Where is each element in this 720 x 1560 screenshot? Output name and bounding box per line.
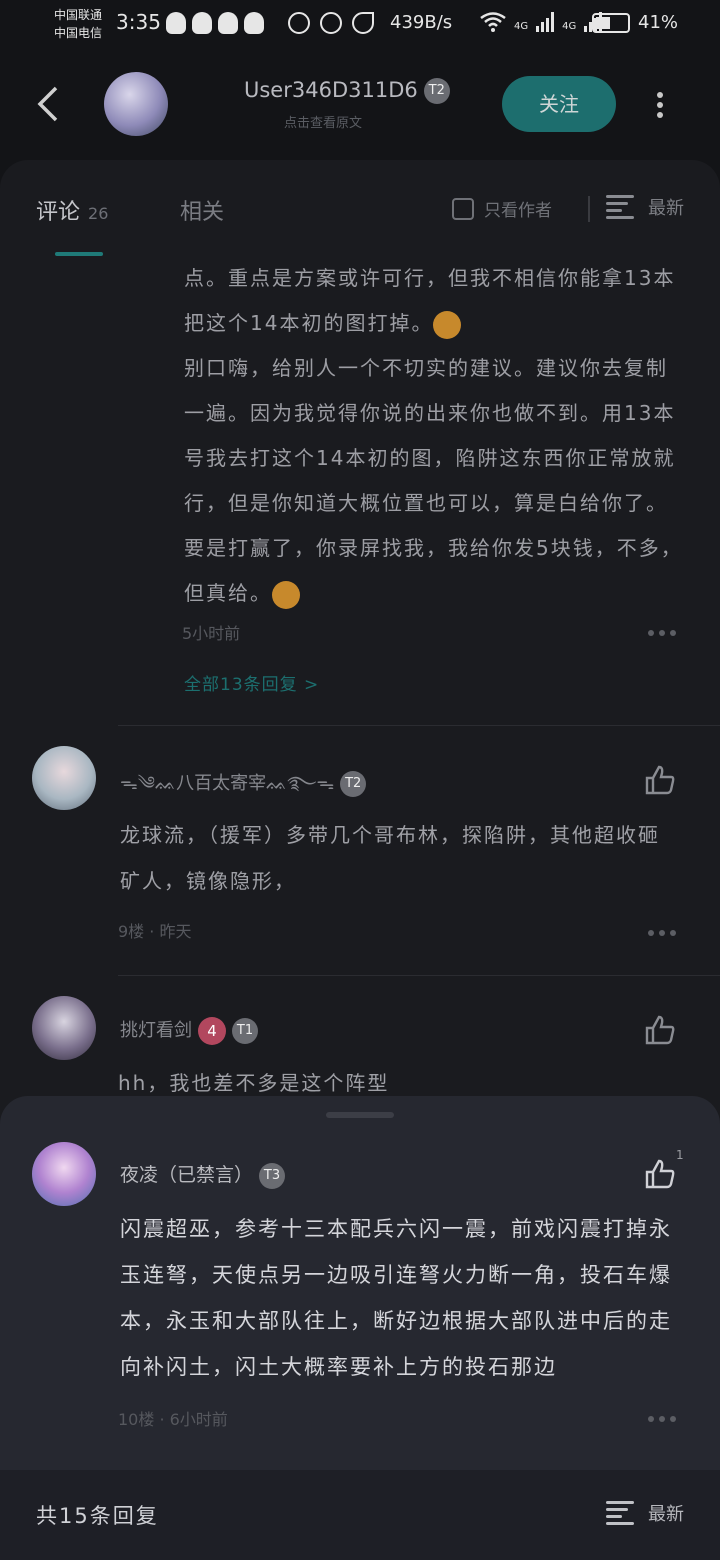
comment-divider [118,975,720,976]
sad-emoji-icon [433,310,462,339]
network-type-1: 4G [514,21,529,32]
sort-label: 最新 [648,198,684,219]
network-type-2: 4G [562,21,577,32]
thumbs-up-icon[interactable] [644,764,676,796]
status-bar: 中国联通 中国电信 3:35 439B/s 4G 4G 41% [0,0,720,50]
commenter-name[interactable]: 挑灯看剑 4 T1 [120,1016,258,1045]
qq-icon [166,12,186,34]
checkbox-icon [452,197,474,220]
comment-tabs: 评论 26 相关 只看作者 最新 [0,160,720,260]
wifi-icon [480,12,506,32]
divider [588,196,590,222]
sheet-footer: 共15条回复 最新 [0,1470,720,1560]
comment-more-button[interactable] [648,1416,676,1424]
reply-time: 5小时前 [182,624,241,643]
nfc-icon [288,12,310,34]
reply-more-button[interactable] [648,630,676,638]
view-all-replies-link[interactable]: 全部13条回复 > [184,670,319,695]
smirk-emoji-icon [272,580,300,609]
like-count: 1 [676,1148,684,1162]
tab-comments-label: 评论 [36,200,81,225]
follow-button[interactable]: 关注 [502,76,616,132]
total-replies: 共15条回复 [36,1504,159,1528]
battery-icon [592,13,630,33]
comment-divider [118,725,720,726]
only-author-label: 只看作者 [484,201,552,221]
carrier-info: 中国联通 中国电信 [54,6,102,42]
commenter-avatar[interactable] [32,746,96,810]
comment-body: 闪震超巫，参考十三本配兵六闪一震，前戏闪震打掉永玉连弩，天使点另一边吸引连弩火力… [120,1217,672,1379]
commenter-name-text: 挑灯看剑 [120,1020,192,1041]
thumbs-up-icon[interactable] [644,1014,676,1046]
reply-content: 点。重点是方案或许可行，但我不相信你能拿13本把这个14本初的图打掉。 别口嗨，… [184,256,684,616]
commenter-name-text: 夜凌（已禁言） [120,1164,254,1186]
only-author-toggle[interactable]: 只看作者 [452,196,552,221]
qq-icon [244,12,264,34]
clock: 3:35 [116,10,161,34]
level-badge: T2 [423,78,450,104]
commenter-name-text: ᯓ༄ᨐ八百太寄宰ᨐ࿐ᯓ [120,773,335,794]
level-badge: T1 [232,1018,258,1044]
comments-count: 26 [88,204,109,223]
commenter-avatar[interactable] [32,996,96,1060]
author-name-text: User346D311D6 [244,78,418,102]
eye-icon [320,12,342,34]
signal-bars-icon [536,12,555,32]
qq-icon [192,12,212,34]
post-header: User346D311D6 T2 点击查看原文 关注 [0,50,720,160]
commenter-name[interactable]: 夜凌（已禁言） T3 [120,1160,286,1189]
reply-text-1: 点。重点是方案或许可行，但我不相信你能拿13本把这个14本初的图打掉。 [184,266,676,335]
thumbs-up-icon[interactable] [644,1158,676,1190]
comment-meta: 9楼 · 昨天 [118,922,192,941]
view-original-link[interactable]: 点击查看原文 [284,112,362,131]
active-tab-indicator [55,252,103,256]
commenter-name[interactable]: ᯓ༄ᨐ八百太寄宰ᨐ࿐ᯓ T2 [120,764,367,814]
fan-badge: 4 [198,1017,226,1045]
signal-icons: 4G 4G [480,12,603,32]
battery-percent: 41% [638,12,679,33]
sort-label: 最新 [648,1504,684,1525]
carrier-1: 中国联通 [54,8,103,22]
more-options-button[interactable] [650,92,670,118]
moon-icon [352,12,374,34]
system-icons [288,12,374,34]
sheet-drag-handle[interactable] [326,1112,394,1118]
qq-icon [218,12,238,34]
carrier-2: 中国电信 [54,26,103,40]
comment-more-button[interactable] [648,930,676,938]
level-badge: T2 [340,771,367,797]
sort-icon [606,1501,636,1525]
notification-icons [166,12,264,34]
reply-sheet: 夜凌（已禁言） T3 1 闪震超巫，参考十三本配兵六闪一震，前戏闪震打掉永玉连弩，… [0,1096,720,1560]
back-button[interactable] [36,86,66,122]
reply-text-2: 别口嗨，给别人一个不切实的建议。建议你去复制一遍。因为我觉得你说的出来你也做不到… [184,356,683,605]
chevron-left-icon [37,86,58,122]
author-name[interactable]: User346D311D6 T2 [244,78,450,104]
sort-button[interactable]: 最新 [606,1500,684,1526]
tab-related[interactable]: 相关 [180,194,224,226]
comment-meta: 10楼 · 6小时前 [118,1410,228,1429]
network-speed: 439B/s [390,12,453,33]
level-badge: T3 [259,1162,286,1189]
author-avatar[interactable] [104,72,168,136]
comment-body: 龙球流，（援军）多带几个哥布林，探陷阱，其他超收砸矿人，镜像隐形， [120,823,660,893]
tab-comments[interactable]: 评论 26 [36,194,108,226]
sort-button[interactable]: 最新 [606,194,684,220]
sort-icon [606,195,636,219]
commenter-avatar[interactable] [32,1142,96,1206]
